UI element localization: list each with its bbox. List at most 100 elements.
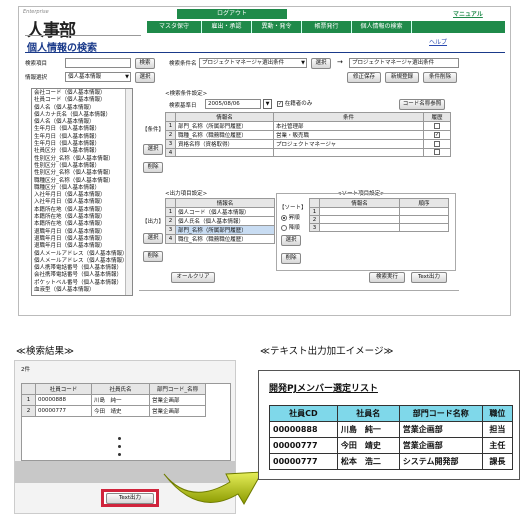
field-listbox[interactable]: 会社コード（個人基本情報） 社員コード（個人基本情報） 個人名（個人基本情報） 個人カ… — [31, 88, 133, 296]
table-row: 00000888 川島 純一 営業企画部 担当 — [269, 421, 514, 438]
sort-frame — [276, 193, 456, 271]
table-row[interactable]: 3 部門_名称（所属部門履歴） — [165, 225, 275, 235]
calendar-icon[interactable]: ▼ — [263, 99, 272, 109]
base-date-label: 検索基準日 — [169, 103, 197, 109]
list-item[interactable]: 社員コード（個人基本情報） — [34, 97, 130, 104]
new-register-button[interactable]: 新規登録 — [385, 72, 419, 83]
history-checkbox[interactable]: ✓ — [423, 130, 451, 140]
menu-item-transfer[interactable]: 異動・発令 — [252, 21, 302, 33]
list-item[interactable]: ポケットベル番号（個人基本情報） — [34, 280, 130, 287]
help-link[interactable]: ヘルプ — [429, 37, 447, 46]
menu-item-forms[interactable]: 帳票発行 — [302, 21, 352, 33]
row-number: 4 — [165, 234, 176, 244]
code-ref-button[interactable]: コード名称参照 — [399, 99, 445, 110]
search-item-input[interactable] — [65, 58, 131, 68]
menu-item-master[interactable]: マスタ保守 — [147, 21, 202, 33]
cond-select-btn[interactable]: 選択 — [143, 144, 163, 155]
row-number: 1 — [165, 121, 176, 131]
list-item[interactable]: 退職年月日（個人基本情報） — [34, 243, 130, 250]
list-item[interactable]: 性別区分_名称（個人基本情報） — [34, 170, 130, 177]
ellipsis-dot — [118, 445, 121, 448]
list-item[interactable]: 生年月日（個人基本情報） — [34, 134, 130, 141]
output-select-btn[interactable]: 選択 — [143, 233, 163, 244]
cond-name-label: 検索条件名 — [169, 61, 197, 67]
column-header: 社員CD — [269, 405, 338, 422]
output-section-label: <出力項目設定> — [165, 191, 208, 197]
search-exec-button[interactable]: 検索実行 — [369, 272, 405, 283]
result-text-output-button[interactable]: Text出力 — [106, 493, 154, 504]
column-header: 情報名 — [175, 112, 274, 122]
cell-pos: 担当 — [481, 421, 514, 438]
table-row[interactable]: 1 00000888 川島 純一 営業企画部 — [21, 394, 206, 406]
cond-delete-button[interactable]: 条件削除 — [423, 72, 457, 83]
list-item[interactable]: 職種区分_名称（個人基本情報） — [34, 178, 130, 185]
search-button[interactable]: 検索 — [135, 58, 155, 69]
checkbox-mark[interactable] — [434, 149, 440, 156]
list-item[interactable]: 個人名（個人基本情報） — [34, 105, 130, 112]
cond-name-select[interactable]: プロジェクトマネージャ選出条件 ▼ — [199, 58, 307, 68]
all-clear-button[interactable]: オールクリア — [171, 272, 215, 283]
list-scrollbar[interactable] — [125, 89, 132, 295]
cond-delete-btn[interactable]: 削除 — [143, 162, 163, 173]
list-item[interactable]: 会社携帯電話番号（個人基本情報） — [34, 272, 130, 279]
list-item[interactable]: 性別区分_名称（個人基本情報） — [34, 156, 130, 163]
logout-button[interactable]: ログアウト — [177, 9, 287, 19]
output-delete-btn[interactable]: 削除 — [143, 251, 163, 262]
modify-save-button[interactable]: 修正保存 — [347, 72, 381, 83]
table-row[interactable]: 2 00000777 今田 靖史 営業企画部 — [21, 405, 206, 417]
row-number: 3 — [165, 225, 176, 235]
row-number: 2 — [21, 405, 36, 417]
base-date-input[interactable]: 2005/08/06 — [205, 99, 261, 109]
manual-link[interactable]: マニュアル — [453, 9, 483, 18]
cond-select-button[interactable]: 選択 — [311, 58, 331, 69]
list-item[interactable]: 社員区分（個人基本情報） — [34, 148, 130, 155]
list-item[interactable]: 生年月日（個人基本情報） — [34, 126, 130, 133]
table-row[interactable]: 4 — [165, 148, 451, 157]
info-select-button[interactable]: 選択 — [135, 72, 155, 83]
checkbox-mark[interactable]: ✓ — [434, 131, 440, 138]
checkbox-mark[interactable] — [434, 140, 440, 147]
column-header: 社員氏名 — [91, 383, 150, 395]
history-checkbox[interactable] — [423, 139, 451, 149]
cond-name-input[interactable]: プロジェクトマネージャ選出条件 — [349, 58, 459, 68]
history-checkbox[interactable] — [423, 148, 451, 157]
column-header: 条件 — [273, 112, 424, 122]
cond-value[interactable]: プロジェクトマネージャ — [273, 139, 424, 149]
row-number: 2 — [165, 216, 176, 226]
text-output-button[interactable]: Text出力 — [411, 272, 447, 283]
row-number: 1 — [21, 394, 36, 406]
cond-value[interactable]: 本社管理部 — [273, 121, 424, 131]
list-item[interactable]: 入社年月日（個人基本情報） — [34, 199, 130, 206]
list-item[interactable]: 個人メールアドレス（個人基本情報） — [34, 251, 130, 258]
employee-code: 00000888 — [35, 394, 92, 406]
cond-value[interactable]: 営業・販売職 — [273, 130, 424, 140]
list-item[interactable]: 血液型（個人基本情報） — [34, 287, 130, 294]
output-table: 情報名 1 個人コード（個人基本情報） 2 個人氏名（個人基本情報） 3 部門_名称（所属… — [165, 198, 275, 244]
output-section-tag: 【出力】 — [142, 219, 165, 225]
list-item[interactable]: 本籍所在地（個人基本情報） — [34, 221, 130, 228]
menu-item-search[interactable]: 個人情報の検索 — [352, 21, 412, 33]
column-header: 部門コード名称 — [398, 405, 483, 422]
table-row[interactable]: 4 職位_名称（職務職位履歴） — [165, 234, 275, 244]
table-row: 00000777 松本 浩二 システム開発部 課長 — [269, 453, 514, 470]
column-header — [21, 383, 36, 395]
cell-pos: 課長 — [481, 453, 514, 470]
info-select[interactable]: 個人基本情報 ▼ — [65, 72, 131, 82]
cell-dept: 営業企画部 — [398, 421, 483, 438]
list-item[interactable]: 本籍所在地（個人基本情報） — [34, 207, 130, 214]
curved-arrow-icon — [163, 471, 263, 505]
table-row[interactable]: 1 個人コード（個人基本情報） — [165, 207, 275, 217]
menu-item-approval[interactable]: 雇出・承認 — [202, 21, 252, 33]
column-header — [165, 112, 176, 122]
enrolled-only-checkbox[interactable]: ✓ 在籍者のみ — [277, 99, 312, 107]
table-row[interactable]: 2 職種_名称（職務職位履歴） 営業・販売職 ✓ — [165, 130, 451, 140]
table-row[interactable]: 1 部門_名称（所属部門履歴） 本社管理部 — [165, 121, 451, 131]
table-row[interactable]: 3 資格名称（資格取得） プロジェクトマネージャ — [165, 139, 451, 149]
checkbox-mark[interactable] — [434, 122, 440, 129]
column-header: 社員コード — [35, 383, 92, 395]
row-number: 1 — [165, 207, 176, 217]
history-checkbox[interactable] — [423, 121, 451, 131]
cond-value[interactable] — [273, 148, 424, 157]
list-item[interactable]: 退職年月日（個人基本情報） — [34, 229, 130, 236]
table-row[interactable]: 2 個人氏名（個人基本情報） — [165, 216, 275, 226]
